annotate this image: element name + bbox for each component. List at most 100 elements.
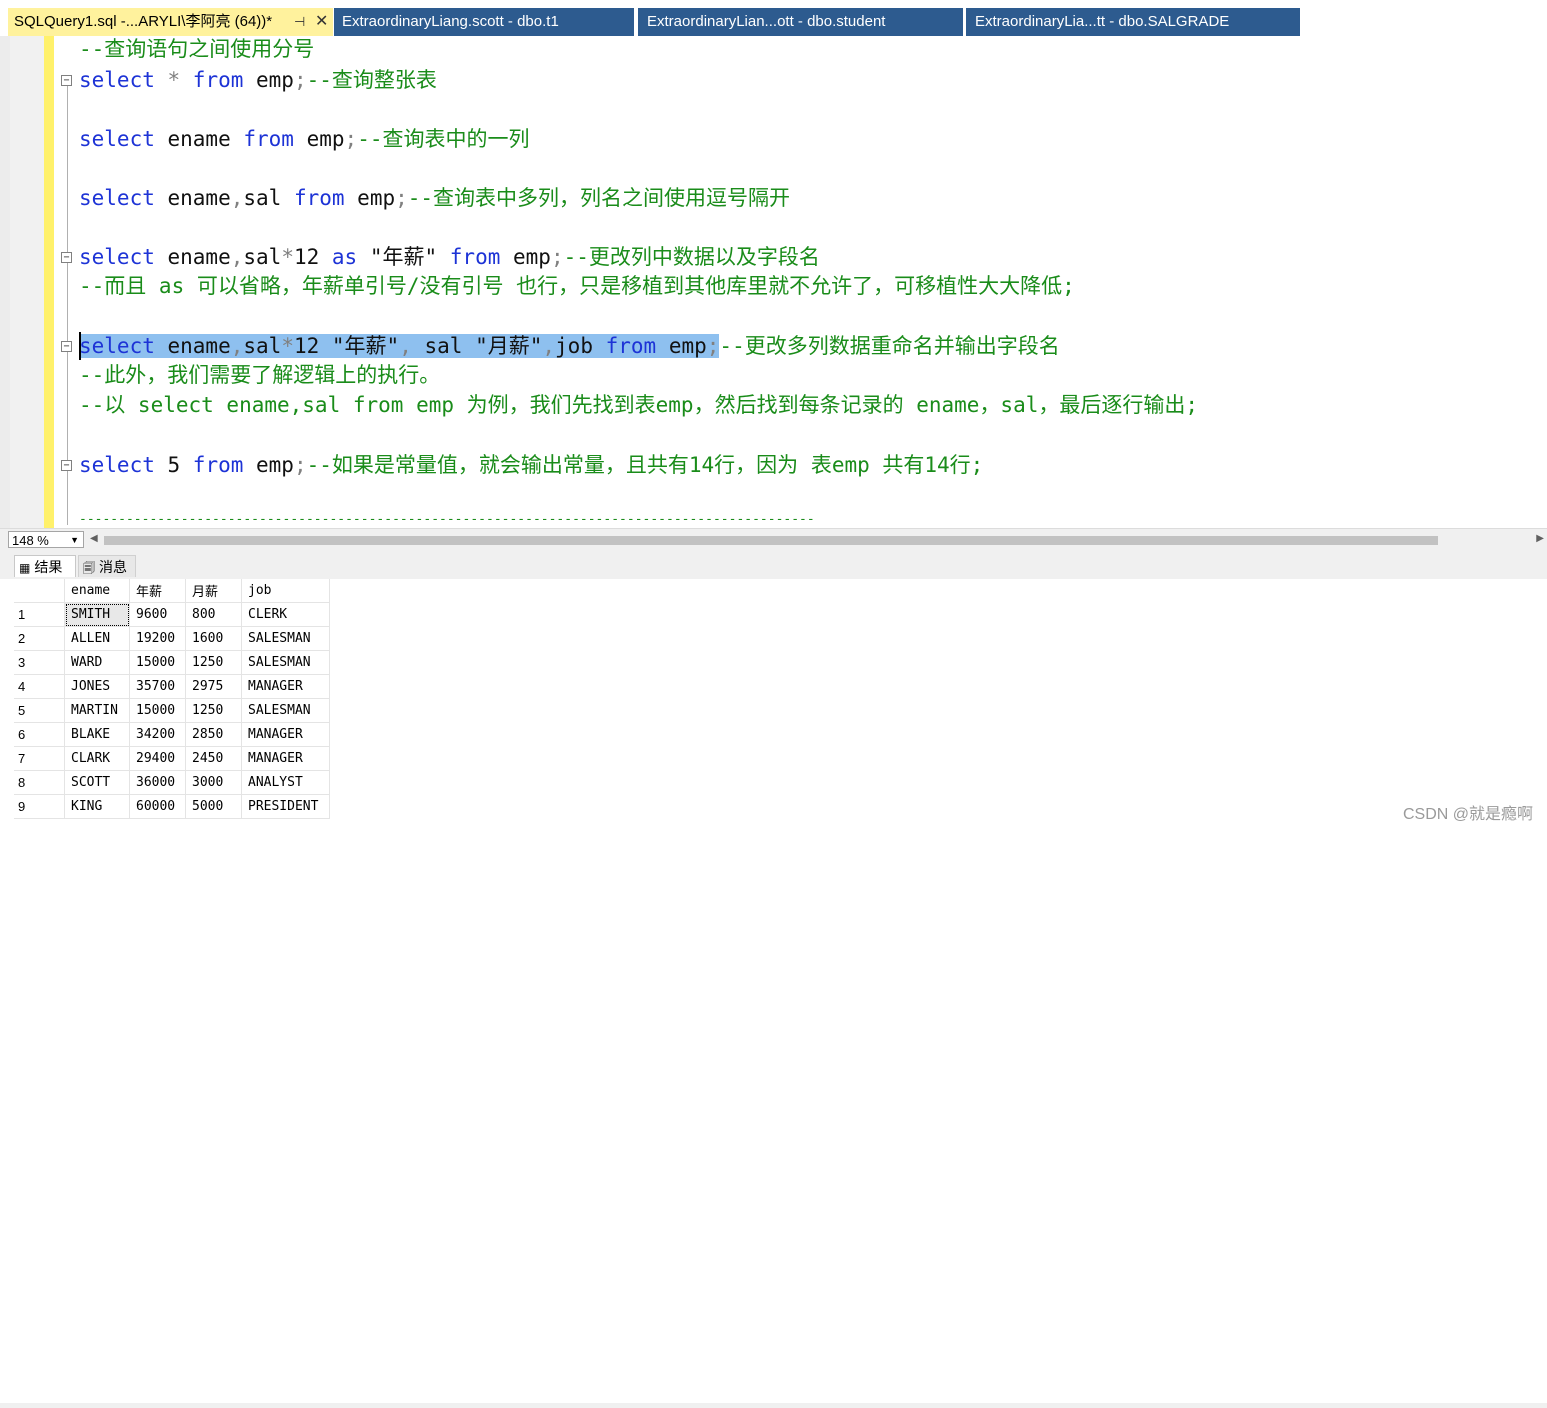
watermark: CSDN @就是瘾啊 (1402, 806, 1533, 823)
cell-monthly-salary[interactable]: 2850 (185, 722, 242, 747)
query-editor[interactable]: − − − − --查询语句之间使用分号 select * from emp;-… (0, 36, 1547, 528)
scroll-left-icon[interactable]: ◀ (90, 533, 98, 544)
cell-job[interactable]: PRESIDENT (241, 794, 330, 819)
cell-monthly-salary[interactable]: 1600 (185, 626, 242, 651)
code-line: --查询语句之间使用分号 (79, 37, 315, 61)
chevron-down-icon: ▼ (70, 535, 79, 545)
column-header[interactable]: job (241, 579, 330, 603)
cell-annual-salary[interactable]: 34200 (129, 722, 186, 747)
tab-dbo-salgrade[interactable]: ExtraordinaryLia...tt - dbo.SALGRADE (966, 8, 1300, 36)
scroll-right-icon[interactable]: ▶ (1536, 533, 1544, 544)
document-tab-strip: SQLQuery1.sql -...ARYLI\李阿亮 (64))* ⊣ ✕ E… (0, 0, 1547, 37)
column-header[interactable]: 年薪 (129, 579, 186, 603)
tab-results[interactable]: ▦ 结果 (14, 555, 76, 577)
cell-ename[interactable]: BLAKE (64, 722, 130, 747)
row-number[interactable]: 4 (14, 674, 65, 699)
line-number-gutter (10, 36, 44, 528)
cell-monthly-salary[interactable]: 3000 (185, 770, 242, 795)
table-row[interactable]: 5 MARTIN 15000 1250 SALESMAN (14, 698, 330, 723)
code-line: --以 select ename,sal from emp 为例，我们先找到表e… (79, 393, 1199, 417)
row-number[interactable]: 7 (14, 746, 65, 771)
outline-guide (67, 85, 68, 525)
cell-annual-salary[interactable]: 60000 (129, 794, 186, 819)
row-number[interactable]: 8 (14, 770, 65, 795)
tab-label: ExtraordinaryLiang.scott - dbo.t1 (342, 13, 559, 30)
table-row[interactable]: 6 BLAKE 34200 2850 MANAGER (14, 722, 330, 747)
cell-job[interactable]: MANAGER (241, 746, 330, 771)
cell-job[interactable]: MANAGER (241, 674, 330, 699)
tab-label: 结果 (34, 559, 63, 575)
cell-ename[interactable]: CLARK (64, 746, 130, 771)
close-icon[interactable]: ✕ (315, 8, 328, 36)
table-row[interactable]: 7 CLARK 29400 2450 MANAGER (14, 746, 330, 771)
cell-ename[interactable]: SMITH (64, 602, 130, 627)
table-row[interactable]: 3 WARD 15000 1250 SALESMAN (14, 650, 330, 675)
code-line: select * from emp;--查询整张表 (79, 68, 437, 92)
cell-ename[interactable]: JONES (64, 674, 130, 699)
zoom-dropdown[interactable]: 148 % ▼ (8, 531, 84, 548)
cell-job[interactable]: SALESMAN (241, 650, 330, 675)
collapse-icon[interactable]: − (61, 341, 72, 352)
cell-monthly-salary[interactable]: 1250 (185, 650, 242, 675)
row-number[interactable]: 5 (14, 698, 65, 723)
cell-job[interactable]: SALESMAN (241, 626, 330, 651)
collapse-icon[interactable]: − (61, 252, 72, 263)
results-grid-area: ename 年薪 月薪 job 1 SMITH 9600 800 CLERK 2 ALLEN… (0, 579, 1547, 1408)
cell-annual-salary[interactable]: 19200 (129, 626, 186, 651)
cell-annual-salary[interactable]: 15000 (129, 650, 186, 675)
tab-label: SQLQuery1.sql -...ARYLI\李阿亮 (64))* (14, 13, 273, 30)
cell-monthly-salary[interactable]: 5000 (185, 794, 242, 819)
code-line: select ename from emp;--查询表中的一列 (79, 127, 530, 151)
cell-ename[interactable]: KING (64, 794, 130, 819)
row-number[interactable]: 2 (14, 626, 65, 651)
tab-sqlquery1[interactable]: SQLQuery1.sql -...ARYLI\李阿亮 (64))* ⊣ ✕ (8, 8, 333, 36)
header-row: ename 年薪 月薪 job (14, 579, 330, 603)
cell-job[interactable]: CLERK (241, 602, 330, 627)
row-number[interactable]: 9 (14, 794, 65, 819)
row-number[interactable]: 3 (14, 650, 65, 675)
table-row[interactable]: 9 KING 60000 5000 PRESIDENT (14, 794, 330, 819)
cell-annual-salary[interactable]: 36000 (129, 770, 186, 795)
cell-annual-salary[interactable]: 29400 (129, 746, 186, 771)
horizontal-scrollbar[interactable]: ◀ ▶ (90, 533, 1547, 547)
cell-ename[interactable]: SCOTT (64, 770, 130, 795)
collapse-icon[interactable]: − (61, 460, 72, 471)
results-grid: ename 年薪 月薪 job 1 SMITH 9600 800 CLERK 2 ALLEN… (14, 579, 330, 819)
tab-label: 消息 (99, 559, 127, 575)
cell-ename[interactable]: MARTIN (64, 698, 130, 723)
grid-bottom-border (0, 1403, 1547, 1408)
cell-job[interactable]: ANALYST (241, 770, 330, 795)
cell-monthly-salary[interactable]: 2975 (185, 674, 242, 699)
cell-annual-salary[interactable]: 15000 (129, 698, 186, 723)
cell-job[interactable]: SALESMAN (241, 698, 330, 723)
cell-monthly-salary[interactable]: 1250 (185, 698, 242, 723)
cell-monthly-salary[interactable]: 800 (185, 602, 242, 627)
code-line-selected: select ename,sal*12 "年薪", sal "月薪",job f… (79, 334, 1060, 358)
table-row[interactable]: 4 JONES 35700 2975 MANAGER (14, 674, 330, 699)
cell-monthly-salary[interactable]: 2450 (185, 746, 242, 771)
row-number[interactable]: 6 (14, 722, 65, 747)
row-number[interactable]: 1 (14, 602, 65, 627)
cell-annual-salary[interactable]: 35700 (129, 674, 186, 699)
column-header[interactable]: ename (64, 579, 130, 603)
table-row[interactable]: 1 SMITH 9600 800 CLERK (14, 602, 330, 627)
pin-icon[interactable]: ⊣ (294, 8, 305, 36)
editor-status-row: 148 % ▼ ◀ ▶ (0, 528, 1547, 552)
tab-dbo-t1[interactable]: ExtraordinaryLiang.scott - dbo.t1 (334, 8, 634, 36)
cell-ename[interactable]: WARD (64, 650, 130, 675)
code-line: select 5 from emp;--如果是常量值，就会输出常量，且共有14行… (79, 453, 984, 477)
table-row[interactable]: 8 SCOTT 36000 3000 ANALYST (14, 770, 330, 795)
table-row[interactable]: 2 ALLEN 19200 1600 SALESMAN (14, 626, 330, 651)
grid-icon: ▦ (19, 561, 31, 575)
cell-annual-salary[interactable]: 9600 (129, 602, 186, 627)
code-line: --此外，我们需要了解逻辑上的执行。 (79, 363, 441, 387)
collapse-icon[interactable]: − (61, 75, 72, 86)
cell-ename[interactable]: ALLEN (64, 626, 130, 651)
message-icon: 🗐 (83, 561, 95, 575)
tab-dbo-student[interactable]: ExtraordinaryLian...ott - dbo.student (638, 8, 963, 36)
tab-messages[interactable]: 🗐 消息 (78, 555, 136, 577)
column-header[interactable]: 月薪 (185, 579, 242, 603)
text-caret (79, 332, 81, 360)
scrollbar-thumb[interactable] (104, 536, 1438, 545)
cell-job[interactable]: MANAGER (241, 722, 330, 747)
